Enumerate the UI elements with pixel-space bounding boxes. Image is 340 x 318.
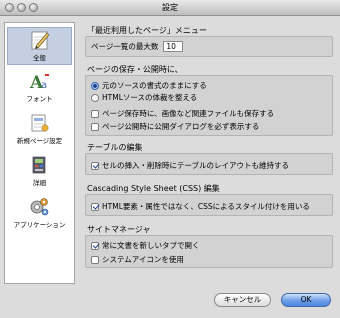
recent-group: ページ一覧の最大数 10 — [85, 36, 333, 57]
system-icons-checkbox[interactable] — [91, 255, 99, 264]
system-icons-checkbox-row[interactable]: システムアイコンを使用 — [91, 254, 184, 265]
system-icons-label: システムアイコンを使用 — [102, 255, 184, 264]
window-title: 設定 — [162, 3, 178, 12]
radio-keep-source[interactable]: 元のソースの書式のままにする — [91, 80, 207, 91]
sidebar-item-font[interactable]: A a フォント — [7, 69, 72, 107]
recent-max-row: ページ一覧の最大数 10 — [91, 41, 184, 52]
use-css-label: HTML要素・属性ではなく、CSSによるスタイル付けを用いる — [102, 202, 310, 211]
sidebar-item-new-page[interactable]: 新規ページ設定 — [7, 111, 72, 149]
new-tab-checkbox-row[interactable]: 常に文書を新しいタブで開く — [91, 240, 200, 251]
keep-layout-checkbox-row[interactable]: セルの挿入・削除時にテーブルのレイアウトも維持する — [91, 160, 289, 171]
radio-keep-source-label: 元のソースの書式のままにする — [102, 81, 207, 90]
css-section-title: Cascading Style Sheet (CSS) 編集 — [87, 184, 220, 193]
table-section-title: テーブルの編集 — [87, 143, 143, 152]
keep-layout-checkbox[interactable] — [91, 161, 99, 170]
save-images-checkbox[interactable] — [91, 109, 99, 118]
publish-dialog-checkbox-row[interactable]: ページ公開時に公開ダイアログを必ず表示する — [91, 121, 259, 132]
pen-icon — [31, 31, 50, 50]
sidebar: 全般 A a フォント 新規ページ設定 詳細 アプリケーション — [4, 22, 75, 284]
save-images-label: ページ保存時に、画像など関連ファイルも保存する — [102, 109, 275, 118]
recent-section-title: 「最近利用したページ」メニュー — [87, 26, 207, 35]
svg-text:a: a — [41, 80, 47, 91]
sidebar-item-label: 全般 — [33, 54, 46, 62]
radio-format-html-button[interactable] — [91, 93, 99, 102]
cancel-button[interactable]: キャンセル — [214, 293, 271, 307]
use-css-checkbox-row[interactable]: HTML要素・属性ではなく、CSSによるスタイル付けを用いる — [91, 201, 310, 212]
radio-keep-source-button[interactable] — [91, 81, 99, 90]
sidebar-item-label: 新規ページ設定 — [16, 137, 63, 145]
radio-format-html-label: HTMLソースの体裁を整える — [102, 93, 198, 102]
title-bar: 設定 — [0, 0, 340, 16]
recent-max-label: ページ一覧の最大数 — [91, 42, 159, 51]
sidebar-item-label: 詳細 — [33, 179, 46, 187]
publish-dialog-checkbox[interactable] — [91, 122, 99, 131]
sidebar-item-advanced[interactable]: 詳細 — [7, 153, 72, 191]
new-tab-label: 常に文書を新しいタブで開く — [102, 241, 200, 250]
font-icon: A a — [29, 73, 49, 91]
css-group: HTML要素・属性ではなく、CSSによるスタイル付けを用いる — [85, 194, 333, 216]
new-tab-checkbox[interactable] — [91, 241, 99, 250]
ok-button[interactable]: OK — [281, 293, 331, 307]
site-section-title: サイトマネージャ — [87, 225, 151, 234]
recent-max-input[interactable]: 10 — [163, 41, 184, 52]
save-group: 元のソースの書式のままにする HTMLソースの体裁を整える ページ保存時に、画像… — [85, 75, 333, 136]
publish-dialog-label: ページ公開時に公開ダイアログを必ず表示する — [102, 122, 260, 131]
keep-layout-label: セルの挿入・削除時にテーブルのレイアウトも維持する — [102, 161, 290, 170]
save-images-checkbox-row[interactable]: ページ保存時に、画像など関連ファイルも保存する — [91, 108, 274, 119]
sidebar-item-label: アプリケーション — [13, 221, 66, 229]
advanced-icon — [32, 156, 46, 174]
new-page-icon — [31, 114, 49, 132]
application-icon — [30, 198, 49, 216]
sidebar-item-label: フォント — [26, 95, 53, 103]
sidebar-item-application[interactable]: アプリケーション — [7, 195, 72, 233]
site-group: 常に文書を新しいタブで開く システムアイコンを使用 — [85, 235, 333, 268]
radio-format-html[interactable]: HTMLソースの体裁を整える — [91, 92, 197, 103]
sidebar-item-general[interactable]: 全般 — [7, 27, 72, 65]
table-group: セルの挿入・削除時にテーブルのレイアウトも維持する — [85, 153, 333, 175]
use-css-checkbox[interactable] — [91, 202, 99, 211]
save-section-title: ページの保存・公開時に、 — [87, 65, 183, 74]
